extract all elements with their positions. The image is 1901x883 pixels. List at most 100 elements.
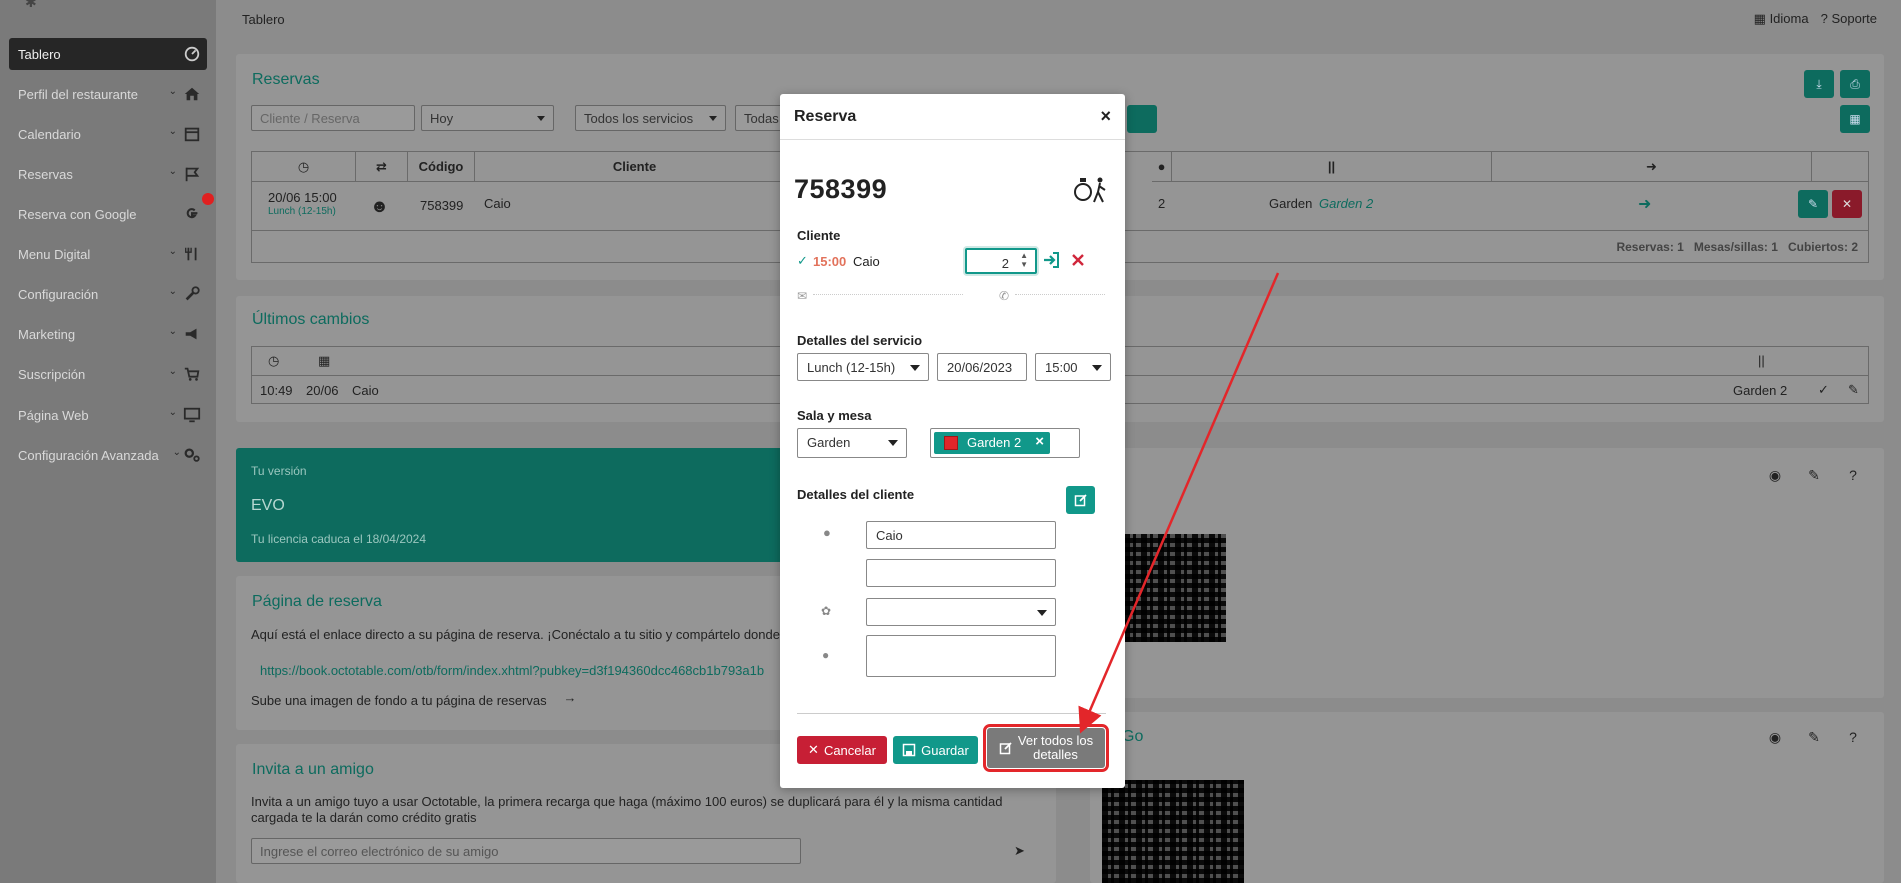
top-links: ▦ Idioma ? Soporte	[1754, 11, 1877, 27]
caret-down-icon	[1037, 610, 1047, 616]
pax-input[interactable]: 2 ▲ ▼	[965, 248, 1037, 274]
send-icon[interactable]: ➤	[1014, 843, 1025, 859]
search-input[interactable]: Cliente / Reserva	[251, 105, 415, 131]
phone-icon: ✆	[999, 289, 1010, 303]
booking-page-link[interactable]: https://book.octotable.com/otb/form/inde…	[260, 663, 790, 678]
sidebar-item-label: Suscripción	[18, 366, 86, 382]
edit-reservation-button[interactable]: ✎	[1798, 190, 1828, 218]
remove-icon[interactable]	[1071, 253, 1085, 267]
sidebar-item-config-avanzada[interactable]: Configuración Avanzada ⌄	[9, 439, 207, 471]
edit-icon	[1074, 494, 1087, 507]
sign-in-icon: ➜	[1492, 152, 1812, 182]
eye-icon[interactable]: ◉	[1762, 462, 1788, 488]
tag-remove-button[interactable]: ×	[1035, 433, 1044, 450]
change-table: Garden 2	[1733, 383, 1788, 398]
language-link[interactable]: ▦ Idioma	[1754, 11, 1809, 27]
chevron-down-icon: ⌄	[168, 286, 177, 297]
view-all-details-button[interactable]: Ver todos los detalles	[983, 724, 1109, 772]
edit-client-button[interactable]	[1066, 486, 1095, 514]
cancel-button[interactable]: ✕ Cancelar	[797, 736, 887, 764]
edit-icon[interactable]: ✎	[1801, 724, 1827, 750]
sidebar-item-perfil[interactable]: Perfil del restaurante ⌄	[9, 78, 207, 110]
search-button[interactable]	[1127, 105, 1157, 133]
sidebar-item-menu-digital[interactable]: Menu Digital ⌄	[9, 238, 207, 270]
topbar: Tablero ▦ Idioma ? Soporte	[216, 0, 1901, 40]
question-icon[interactable]: ?	[1840, 724, 1866, 750]
edit-icon: ✎	[1807, 197, 1819, 211]
print-icon: ⎙	[1850, 76, 1860, 91]
logo-icon: ✱	[25, 0, 37, 10]
save-button[interactable]: Guardar	[893, 736, 978, 764]
code-header: Código	[408, 152, 475, 182]
sidebar-item-label: Perfil del restaurante	[18, 86, 138, 102]
sign-in-icon[interactable]	[1042, 251, 1060, 269]
date-input[interactable]: 20/06/2023	[937, 353, 1027, 381]
email-icon: ✉	[797, 289, 808, 303]
service-filter-select[interactable]: Todos los servicios	[575, 105, 726, 131]
sidebar-item-reservas[interactable]: Reservas ⌄	[9, 158, 207, 190]
sidebar-item-suscripcion[interactable]: Suscripción ⌄	[9, 358, 207, 390]
flag-icon	[185, 167, 200, 182]
check-icon[interactable]: ✓	[1818, 382, 1829, 398]
chevron-down-icon: ⌄	[168, 126, 177, 137]
divider	[797, 713, 1106, 714]
monitor-icon	[183, 407, 201, 423]
chevron-down-icon: ⌄	[168, 366, 177, 377]
check-in-icon[interactable]: ➜	[1638, 194, 1651, 214]
wrench-icon	[185, 286, 200, 301]
modal-close-button[interactable]: ×	[1100, 106, 1111, 127]
table-select[interactable]: Garden 2 ×	[930, 428, 1080, 458]
sidebar-item-label: Tablero	[18, 46, 61, 62]
client-notes-textarea[interactable]	[866, 635, 1056, 677]
support-link[interactable]: ? Soporte	[1821, 11, 1877, 27]
table-view-button[interactable]: ▦	[1840, 105, 1870, 133]
friend-email-input[interactable]: Ingrese el correo electrónico de su amig…	[251, 838, 801, 864]
notification-badge	[202, 193, 214, 205]
sidebar-item-tablero[interactable]: Tablero	[9, 38, 207, 70]
sidebar-item-label: Reserva con Google	[18, 206, 137, 222]
cart-icon	[184, 367, 200, 381]
hour-select[interactable]: 15:00	[1035, 353, 1111, 381]
sidebar-item-marketing[interactable]: Marketing ⌄	[9, 318, 207, 350]
other-filter-select[interactable]: Todas	[735, 105, 785, 131]
chevron-down-icon: ⌄	[168, 407, 177, 418]
room-select[interactable]: Garden	[797, 428, 907, 458]
home-icon	[184, 87, 200, 101]
edit-icon[interactable]: ✎	[1848, 382, 1859, 398]
sidebar-item-google[interactable]: Reserva con Google	[9, 198, 207, 230]
arrow-right-icon[interactable]: →	[559, 690, 581, 710]
caret-down-icon	[709, 116, 717, 121]
clock-icon: ◷	[252, 152, 356, 182]
delete-reservation-button[interactable]: ✕	[1832, 190, 1862, 218]
sidebar-item-configuracion[interactable]: Configuración ⌄	[9, 278, 207, 310]
version-label: Tu versión	[251, 464, 307, 478]
clock-icon: ◷	[268, 353, 280, 368]
question-icon: ?	[1820, 11, 1828, 26]
sidebar-item-pagina-web[interactable]: Página Web ⌄	[9, 399, 207, 431]
chevron-down-icon: ⌄	[168, 246, 177, 257]
service-select[interactable]: Lunch (12-15h)	[797, 353, 929, 381]
client-tag-select[interactable]	[866, 598, 1056, 626]
download-button[interactable]: ⤓	[1804, 70, 1834, 98]
caret-down-icon	[888, 440, 898, 446]
client-surname-input[interactable]	[866, 559, 1056, 587]
question-icon[interactable]: ?	[1840, 462, 1866, 488]
sidebar-item-calendario[interactable]: Calendario ⌄	[9, 118, 207, 150]
client-name: Caio	[853, 254, 880, 269]
save-icon	[902, 743, 916, 757]
spinner-icon[interactable]: ▲ ▼	[1020, 251, 1028, 269]
download-icon: ⤓	[1816, 76, 1822, 91]
email-redacted	[813, 294, 963, 297]
client-name-input[interactable]: Caio	[866, 521, 1056, 549]
people-icon: ●	[1152, 152, 1172, 182]
table-color-swatch	[944, 436, 958, 450]
print-button[interactable]: ⎙	[1840, 70, 1870, 98]
sidebar-item-label: Marketing	[18, 326, 76, 342]
edit-icon[interactable]: ✎	[1801, 462, 1827, 488]
eye-icon[interactable]: ◉	[1762, 724, 1788, 750]
walk-in-icon: ☻	[370, 196, 389, 216]
edit-icon	[999, 742, 1012, 755]
sidebar-item-label: Configuración	[18, 286, 99, 302]
qr-code-image	[1124, 534, 1226, 642]
date-filter-select[interactable]: Hoy	[421, 105, 554, 131]
